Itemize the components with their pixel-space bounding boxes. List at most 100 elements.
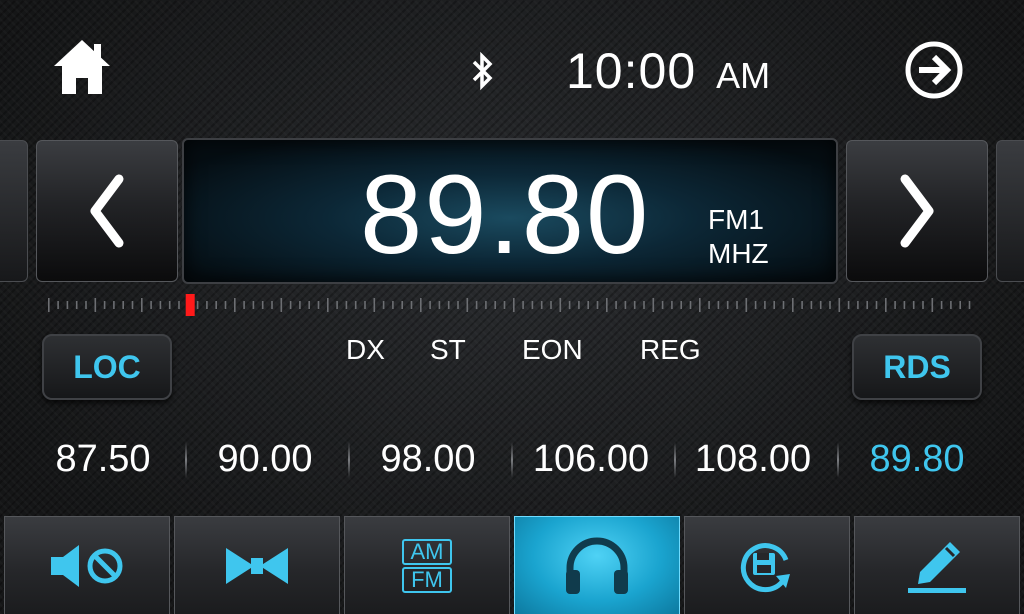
scale-tick xyxy=(968,301,971,309)
scale-tick xyxy=(261,301,264,309)
mute-button[interactable] xyxy=(4,516,170,614)
scale-tick xyxy=(224,301,227,309)
scale-tick xyxy=(466,298,469,312)
scale-tick xyxy=(178,301,180,309)
scale-tick xyxy=(234,298,236,312)
scale-tick xyxy=(85,301,87,309)
preset-4[interactable]: 106.00 xyxy=(510,438,672,484)
scale-tick xyxy=(327,298,329,312)
scale-tick xyxy=(168,301,171,309)
scale-tick xyxy=(819,301,822,309)
preset-3[interactable]: 98.00 xyxy=(347,438,509,484)
save-refresh-icon xyxy=(740,542,790,592)
scale-tick xyxy=(922,301,924,309)
seek-up-button[interactable] xyxy=(846,140,988,282)
scale-tick xyxy=(57,301,59,309)
preset-5[interactable]: 108.00 xyxy=(672,438,834,484)
scale-tick xyxy=(103,301,106,309)
scale-tick xyxy=(438,301,441,309)
scale-tick xyxy=(159,301,162,309)
scale-tick xyxy=(699,298,701,312)
scale-tick xyxy=(829,301,831,309)
band-label: FM1 xyxy=(708,204,764,235)
clock: 10:00 AM xyxy=(566,42,770,99)
loc-button[interactable]: LOC xyxy=(42,334,172,400)
scale-tick xyxy=(606,298,608,312)
bluetooth-icon xyxy=(472,51,493,91)
clock-time: 10:00 xyxy=(566,43,697,99)
scale-tick xyxy=(596,301,599,309)
scale-tick xyxy=(559,298,562,312)
scale-tick xyxy=(280,298,283,312)
scale-tick xyxy=(66,301,69,309)
stereo-mono-button[interactable] xyxy=(174,516,340,614)
scale-tick xyxy=(392,301,394,309)
scale-tick xyxy=(652,298,655,312)
scale-tick xyxy=(141,298,143,312)
scale-tick xyxy=(336,301,338,309)
next-page-button[interactable] xyxy=(902,38,966,102)
scale-tick xyxy=(308,301,310,309)
scale-tick xyxy=(931,298,934,312)
flag-eon: EON xyxy=(522,334,583,365)
scale-tick xyxy=(912,301,915,309)
scale-tick xyxy=(847,301,850,309)
tuning-marker[interactable] xyxy=(185,294,195,316)
scale-tick xyxy=(745,298,748,312)
scale-tick xyxy=(206,301,208,309)
scale-tick xyxy=(950,301,952,309)
scale-tick xyxy=(885,298,887,312)
home-button[interactable] xyxy=(52,36,112,98)
frequency-display: 89.80 FM1 MHZ xyxy=(182,138,838,284)
scale-tick xyxy=(671,301,673,309)
band-button[interactable]: AM FM xyxy=(344,516,510,614)
scale-tick xyxy=(643,301,645,309)
scale-tick xyxy=(624,301,627,309)
scale-tick xyxy=(959,301,961,309)
scale-tick xyxy=(513,298,515,312)
scale-tick xyxy=(215,301,217,309)
scale-tick xyxy=(522,301,524,309)
scale-tick xyxy=(764,301,766,309)
scale-tick xyxy=(364,301,366,309)
frequency-value: 89.80 xyxy=(360,152,651,277)
rds-button[interactable]: RDS xyxy=(852,334,982,400)
scale-tick xyxy=(75,301,78,309)
scale-tick xyxy=(773,301,775,309)
scale-tick xyxy=(252,301,255,309)
chevron-left-icon xyxy=(90,174,124,248)
scale-tick xyxy=(940,301,943,309)
scale-tick xyxy=(726,301,729,309)
scale-tick xyxy=(401,301,403,309)
fm-label: FM xyxy=(402,566,452,593)
edit-button[interactable] xyxy=(854,516,1020,614)
scale-tick xyxy=(243,301,245,309)
scale-tick xyxy=(782,301,785,309)
tuning-scale[interactable] xyxy=(46,294,976,316)
preset-1[interactable]: 87.50 xyxy=(22,438,184,484)
scale-tick xyxy=(447,301,450,309)
chevron-right-icon xyxy=(900,174,934,248)
preset-2[interactable]: 90.00 xyxy=(184,438,346,484)
scale-tick xyxy=(94,298,97,312)
flag-dx: DX xyxy=(346,334,385,365)
am-label: AM xyxy=(402,538,452,565)
flag-st: ST xyxy=(430,334,466,365)
save-scan-button[interactable] xyxy=(684,516,850,614)
scale-tick xyxy=(736,301,738,309)
next-panel-edge xyxy=(996,140,1024,282)
scale-tick xyxy=(494,301,496,309)
scale-tick xyxy=(475,301,478,309)
scale-tick xyxy=(717,301,720,309)
preset-6[interactable]: 89.80 xyxy=(836,438,998,484)
scale-tick xyxy=(382,301,385,309)
unit-label: MHZ xyxy=(708,238,769,269)
scale-tick xyxy=(661,301,664,309)
scale-tick xyxy=(680,301,682,309)
home-icon xyxy=(54,40,110,94)
arrow-right-circle-icon xyxy=(905,41,963,99)
seek-down-button[interactable] xyxy=(36,140,178,282)
scale-tick xyxy=(587,301,589,309)
scale-tick xyxy=(801,301,803,309)
audio-source-button[interactable] xyxy=(514,516,680,614)
